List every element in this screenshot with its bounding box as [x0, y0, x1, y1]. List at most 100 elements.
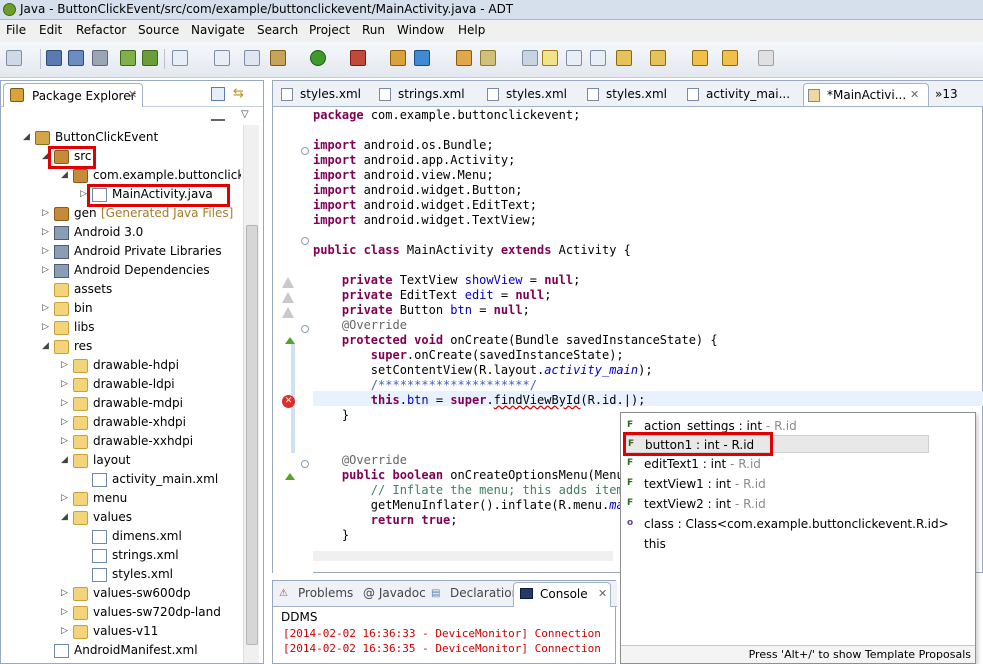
lint-icon[interactable]	[214, 50, 230, 66]
tab-styles-xml[interactable]: styles.xml	[483, 83, 579, 106]
tree-item-gen[interactable]: ▷ gen [Generated Java Files]	[1, 205, 241, 224]
tab-package-explorer[interactable]: Package Explorer ✕	[3, 83, 143, 107]
fold-toggle-icon[interactable]	[301, 460, 309, 468]
new-icon[interactable]	[6, 50, 22, 66]
save-all-icon[interactable]	[68, 50, 84, 66]
menu-project[interactable]: Project	[309, 23, 350, 37]
tree-item-drawable-hdpi[interactable]: ▷ drawable-hdpi	[1, 357, 241, 376]
tree-item-dependencies[interactable]: ▷ Android Dependencies	[1, 262, 241, 281]
print-icon[interactable]	[92, 50, 108, 66]
last-edit-icon[interactable]	[692, 50, 708, 66]
tree-item-manifest[interactable]: AndroidManifest.xml	[1, 642, 241, 661]
forward-icon[interactable]	[758, 50, 774, 66]
close-icon[interactable]: ✕	[598, 587, 607, 600]
collapsed-arrow-icon[interactable]: ▷	[80, 190, 87, 199]
tab-styles-xml[interactable]: styles.xml	[583, 83, 679, 106]
scrollbar-thumb[interactable]	[246, 225, 258, 645]
collapsed-arrow-icon[interactable]: ▷	[61, 627, 68, 636]
warning-icon[interactable]	[282, 277, 294, 288]
assist-item-edittext1[interactable]: F editText1 : int - R.id	[625, 455, 971, 473]
close-icon[interactable]: ✕	[910, 88, 919, 101]
tab-overflow[interactable]: »13	[933, 83, 981, 106]
avd-manager-icon[interactable]	[142, 50, 158, 66]
collapse-all-icon[interactable]	[211, 87, 225, 101]
fold-toggle-icon[interactable]	[301, 325, 309, 333]
tree-item-activity-main-xml[interactable]: activity_main.xml	[1, 471, 241, 490]
tree-item-private-libs[interactable]: ▷ Android Private Libraries	[1, 243, 241, 262]
external-tools-icon[interactable]	[350, 50, 366, 66]
collapsed-arrow-icon[interactable]: ▷	[42, 266, 49, 275]
checkbox-icon[interactable]	[172, 50, 188, 66]
tab-console[interactable]: Console ✕	[513, 582, 611, 607]
mark-occurrences-icon[interactable]	[542, 50, 558, 66]
collapsed-arrow-icon[interactable]: ▷	[42, 247, 49, 256]
assist-item-this[interactable]: this	[625, 535, 971, 553]
collapsed-arrow-icon[interactable]: ▷	[61, 589, 68, 598]
collapsed-arrow-icon[interactable]: ▷	[42, 323, 49, 332]
collapsed-arrow-icon[interactable]: ▷	[61, 399, 68, 408]
tree-item-src[interactable]: ◢ src	[1, 148, 241, 167]
collapsed-arrow-icon[interactable]: ▷	[61, 608, 68, 617]
show-whitespace-icon[interactable]	[566, 50, 582, 66]
tab-activity-main[interactable]: activity_mai...	[683, 83, 799, 106]
annotation-icon[interactable]	[522, 50, 538, 66]
skip-breakpoints-icon[interactable]	[244, 50, 260, 66]
collapsed-arrow-icon[interactable]: ▷	[42, 228, 49, 237]
menu-edit[interactable]: Edit	[39, 23, 62, 37]
tree-item-project[interactable]: ◢ ButtonClickEvent	[1, 129, 241, 148]
back-icon[interactable]	[722, 50, 738, 66]
tree-item-values-sw720dp-land[interactable]: ▷ values-sw720dp-land	[1, 604, 241, 623]
tab-problems[interactable]: ⚠ Problems	[279, 586, 359, 602]
menu-window[interactable]: Window	[397, 23, 444, 37]
android-sdk-icon[interactable]	[120, 50, 136, 66]
menu-run[interactable]: Run	[362, 23, 385, 37]
tab-declaration[interactable]: ▤ Declaration	[431, 586, 519, 602]
menu-file[interactable]: File	[6, 23, 26, 37]
tab-strings-xml[interactable]: strings.xml	[375, 83, 477, 106]
tree-item-drawable-xhdpi[interactable]: ▷ drawable-xhdpi	[1, 414, 241, 433]
collapsed-arrow-icon[interactable]: ▷	[42, 304, 49, 313]
tree-item-values-v11[interactable]: ▷ values-v11	[1, 623, 241, 642]
tab-mainactivity[interactable]: *MainActivi... ✕	[803, 83, 929, 106]
run-icon[interactable]	[310, 50, 326, 66]
tree-item-libs[interactable]: ▷ libs	[1, 319, 241, 338]
menu-source[interactable]: Source	[138, 23, 179, 37]
assist-item-class[interactable]: o class : Class<com.example.buttonclicke…	[625, 515, 971, 533]
menu-refactor[interactable]: Refactor	[76, 23, 126, 37]
expanded-arrow-icon[interactable]: ◢	[23, 133, 30, 142]
tree-item-strings-xml[interactable]: strings.xml	[1, 547, 241, 566]
expanded-arrow-icon[interactable]: ◢	[61, 456, 68, 465]
error-icon[interactable]: ✕	[282, 395, 295, 408]
tab-javadoc[interactable]: @ Javadoc	[359, 586, 431, 602]
expanded-arrow-icon[interactable]: ◢	[42, 342, 49, 351]
tree-item-values[interactable]: ◢ values	[1, 509, 241, 528]
tree-item-dimens-xml[interactable]: dimens.xml	[1, 528, 241, 547]
tree-item-assets[interactable]: assets	[1, 281, 241, 300]
package-explorer-scrollbar[interactable]	[243, 125, 259, 663]
tree-item-drawable-ldpi[interactable]: ▷ drawable-ldpi	[1, 376, 241, 395]
collapsed-arrow-icon[interactable]: ▷	[61, 437, 68, 446]
menu-search[interactable]: Search	[257, 23, 298, 37]
view-menu-chevron-down-icon[interactable]: ▽	[241, 109, 255, 123]
debug-icon[interactable]	[270, 50, 286, 66]
save-icon[interactable]	[46, 50, 62, 66]
menu-navigate[interactable]: Navigate	[191, 23, 245, 37]
paragraph-icon[interactable]	[590, 50, 606, 66]
collapsed-arrow-icon[interactable]: ▷	[61, 494, 68, 503]
tree-item-drawable-mdpi[interactable]: ▷ drawable-mdpi	[1, 395, 241, 414]
open-type-icon[interactable]	[456, 50, 472, 66]
fold-toggle-icon[interactable]	[301, 147, 309, 155]
search-icon[interactable]	[480, 50, 496, 66]
close-icon[interactable]: ✕	[128, 88, 137, 101]
warning-icon[interactable]	[282, 292, 294, 303]
new-java-project-icon[interactable]	[390, 50, 406, 66]
warning-icon[interactable]	[282, 307, 294, 318]
tree-item-android-3[interactable]: ▷ Android 3.0	[1, 224, 241, 243]
tree-item-values-sw600dp[interactable]: ▷ values-sw600dp	[1, 585, 241, 604]
collapsed-arrow-icon[interactable]: ▷	[61, 380, 68, 389]
collapsed-arrow-icon[interactable]: ▷	[42, 209, 49, 218]
menu-help[interactable]: Help	[458, 23, 485, 37]
assist-item-textview2[interactable]: F textView2 : int - R.id	[625, 495, 971, 513]
tree-item-menu[interactable]: ▷ menu	[1, 490, 241, 509]
expanded-arrow-icon[interactable]: ◢	[61, 513, 68, 522]
